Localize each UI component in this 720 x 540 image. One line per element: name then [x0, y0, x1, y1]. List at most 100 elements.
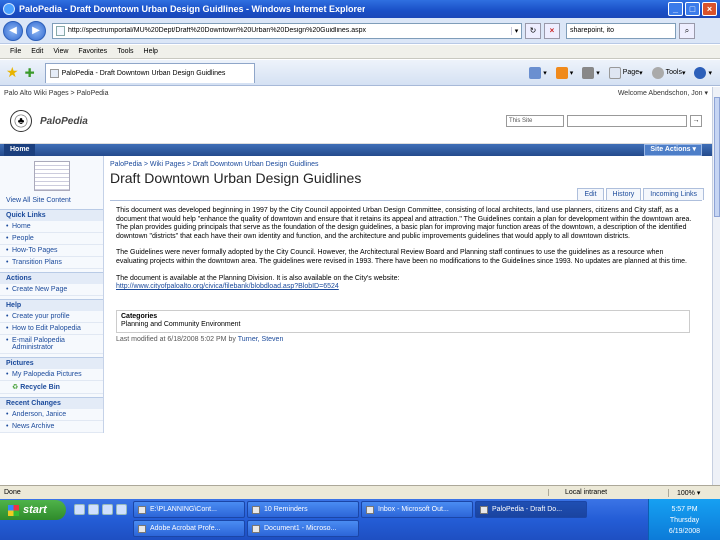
back-arrow-icon[interactable]: ◀: [3, 20, 23, 41]
categories-heading: Categories: [121, 312, 158, 320]
menu-bar: File Edit View Favorites Tools Help: [0, 45, 720, 59]
status-bar: Done Local intranet 100% ▾: [0, 485, 720, 499]
help-heading: Help: [0, 299, 103, 311]
task-palopedia[interactable]: PaloPedia - Draft Do...: [475, 501, 587, 518]
chevron-down-icon[interactable]: ▾: [511, 26, 521, 35]
favorites-star-icon[interactable]: ★: [6, 64, 19, 81]
help-button[interactable]: ▾: [694, 66, 712, 79]
last-modified-user[interactable]: Turner, Steven: [238, 336, 284, 343]
recycle-bin-link[interactable]: ♻ Recycle Bin: [0, 381, 103, 394]
breadcrumb[interactable]: PaloPedia > Wiki Pages > Draft Downtown …: [110, 161, 712, 168]
menu-favorites[interactable]: Favorites: [78, 48, 107, 55]
task-word[interactable]: Document1 - Microso...: [247, 520, 359, 537]
page-menu[interactable]: Page ▾: [608, 66, 643, 79]
nav-item-home[interactable]: Home: [0, 221, 103, 233]
ie-icon: [480, 505, 488, 514]
left-navigation: View All Site Content Quick Links Home P…: [0, 156, 104, 433]
pictures-heading[interactable]: Pictures: [0, 357, 103, 369]
home-button[interactable]: ▾: [529, 66, 547, 79]
live-search-input[interactable]: sharepoint, ito: [566, 22, 676, 39]
nav-item-my-pictures[interactable]: My Palopedia Pictures: [0, 369, 103, 381]
add-favorite-icon[interactable]: ✚: [25, 66, 35, 80]
nav-item-email-admin[interactable]: E-mail Palopedia Administrator: [0, 335, 103, 354]
start-button[interactable]: start: [0, 500, 66, 520]
nav-item-create-new-page[interactable]: Create New Page: [0, 284, 103, 296]
close-button[interactable]: ×: [702, 2, 717, 16]
menu-edit[interactable]: Edit: [31, 48, 43, 55]
tab-incoming-links[interactable]: Incoming Links: [643, 188, 704, 200]
recent-changes-heading: Recent Changes: [0, 397, 103, 409]
ie-quicklaunch-icon[interactable]: [74, 504, 85, 515]
outlook-quicklaunch-icon[interactable]: [88, 504, 99, 515]
top-breadcrumb[interactable]: Palo Alto Wiki Pages > PaloPedia: [4, 90, 108, 97]
taskbar: start E:\PLANNING\Cont... 10 Reminders I…: [0, 499, 720, 540]
tree-logo-icon[interactable]: ♣: [10, 110, 32, 132]
start-label: start: [23, 504, 47, 516]
nav-item-how-to-edit[interactable]: How to Edit Palopedia: [0, 323, 103, 335]
welcome-menu[interactable]: Welcome Abendschon, Jon ▾: [618, 89, 708, 97]
task-inbox[interactable]: Inbox - Microsoft Out...: [361, 501, 473, 518]
menu-help[interactable]: Help: [144, 48, 158, 55]
site-name: PaloPedia: [40, 115, 88, 127]
word-quicklaunch-icon[interactable]: [102, 504, 113, 515]
city-website-link[interactable]: http://www.cityofpaloalto.org/civica/fil…: [116, 283, 339, 290]
search-scope-select[interactable]: This Site: [506, 115, 564, 127]
clock-day: Thursday: [669, 517, 700, 524]
vertical-scrollbar[interactable]: [712, 87, 720, 485]
task-list: E:\PLANNING\Cont... 10 Reminders Inbox -…: [133, 499, 601, 537]
window-title: PaloPedia - Draft Downtown Urban Design …: [19, 4, 366, 14]
excel-quicklaunch-icon[interactable]: [116, 504, 127, 515]
menu-tools[interactable]: Tools: [117, 48, 133, 55]
nav-item-create-profile[interactable]: Create your profile: [0, 311, 103, 323]
nav-item-recent-1[interactable]: Anderson, Janice: [0, 409, 103, 421]
tools-menu[interactable]: Tools ▾: [651, 66, 685, 79]
clock-time[interactable]: 5:57 PM: [649, 504, 720, 515]
task-label: E:\PLANNING\Cont...: [150, 506, 217, 513]
quick-links-heading[interactable]: Quick Links: [0, 209, 103, 221]
ie-app-icon: [3, 3, 15, 15]
task-label: PaloPedia - Draft Do...: [492, 506, 563, 513]
task-reminders[interactable]: 10 Reminders: [247, 501, 359, 518]
tab-edit[interactable]: Edit: [577, 188, 604, 200]
nav-item-transition-plans[interactable]: Transition Plans: [0, 257, 103, 269]
categories-box: Categories Planning and Community Enviro…: [116, 309, 690, 333]
refresh-icon[interactable]: ↻: [525, 22, 541, 39]
task-acrobat[interactable]: Adobe Acrobat Profe...: [133, 520, 245, 537]
nav-item-recent-2[interactable]: News Archive: [0, 421, 103, 433]
paragraph-2: The Guidelines were never formally adopt…: [116, 249, 687, 265]
forward-arrow-icon[interactable]: ▶: [26, 20, 46, 41]
menu-file[interactable]: File: [10, 48, 21, 55]
address-bar[interactable]: http://spectrumportal/MU%20Dept/Draft%20…: [52, 22, 522, 39]
printer-icon: [582, 66, 595, 79]
task-explorer[interactable]: E:\PLANNING\Cont...: [133, 501, 245, 518]
folder-icon: [138, 505, 146, 514]
top-navigation: Home Site Actions ▾: [0, 144, 712, 156]
clock-date: 6/19/2008: [668, 528, 701, 535]
site-actions-menu[interactable]: Site Actions ▾: [644, 144, 702, 156]
windows-flag-icon: [8, 504, 19, 516]
tab-history[interactable]: History: [605, 188, 642, 200]
maximize-button[interactable]: □: [685, 2, 700, 16]
scrollbar-thumb[interactable]: [714, 97, 720, 217]
site-search-input[interactable]: [567, 115, 687, 127]
page-menu-label: Page: [622, 69, 640, 76]
wiki-page-icon: [34, 161, 70, 191]
category-value[interactable]: Planning and Community Environment: [121, 321, 685, 330]
stop-icon[interactable]: ×: [544, 22, 560, 39]
search-icon[interactable]: ⌕: [679, 22, 695, 39]
tab-home[interactable]: Home: [4, 144, 36, 156]
search-go-button[interactable]: →: [690, 115, 702, 127]
menu-view[interactable]: View: [53, 48, 68, 55]
nav-item-how-to-pages[interactable]: How-To Pages: [0, 245, 103, 257]
nav-item-people[interactable]: People: [0, 233, 103, 245]
zoom-level[interactable]: 100% ▾: [668, 488, 720, 497]
address-toolbar: ◀ ▶ http://spectrumportal/MU%20Dept/Draf…: [0, 18, 720, 44]
minimize-button[interactable]: _: [668, 2, 683, 16]
browser-tab[interactable]: PaloPedia - Draft Downtown Urban Design …: [44, 62, 255, 83]
print-button[interactable]: ▾: [582, 66, 600, 79]
command-bar: ▾ ▾ ▾ Page ▾ Tools ▾ ▾: [520, 66, 712, 79]
address-url[interactable]: http://spectrumportal/MU%20Dept/Draft%20…: [68, 27, 511, 34]
feeds-button[interactable]: ▾: [555, 66, 573, 79]
inbox-icon: [366, 505, 374, 514]
view-all-site-content-link[interactable]: View All Site Content: [0, 195, 103, 206]
